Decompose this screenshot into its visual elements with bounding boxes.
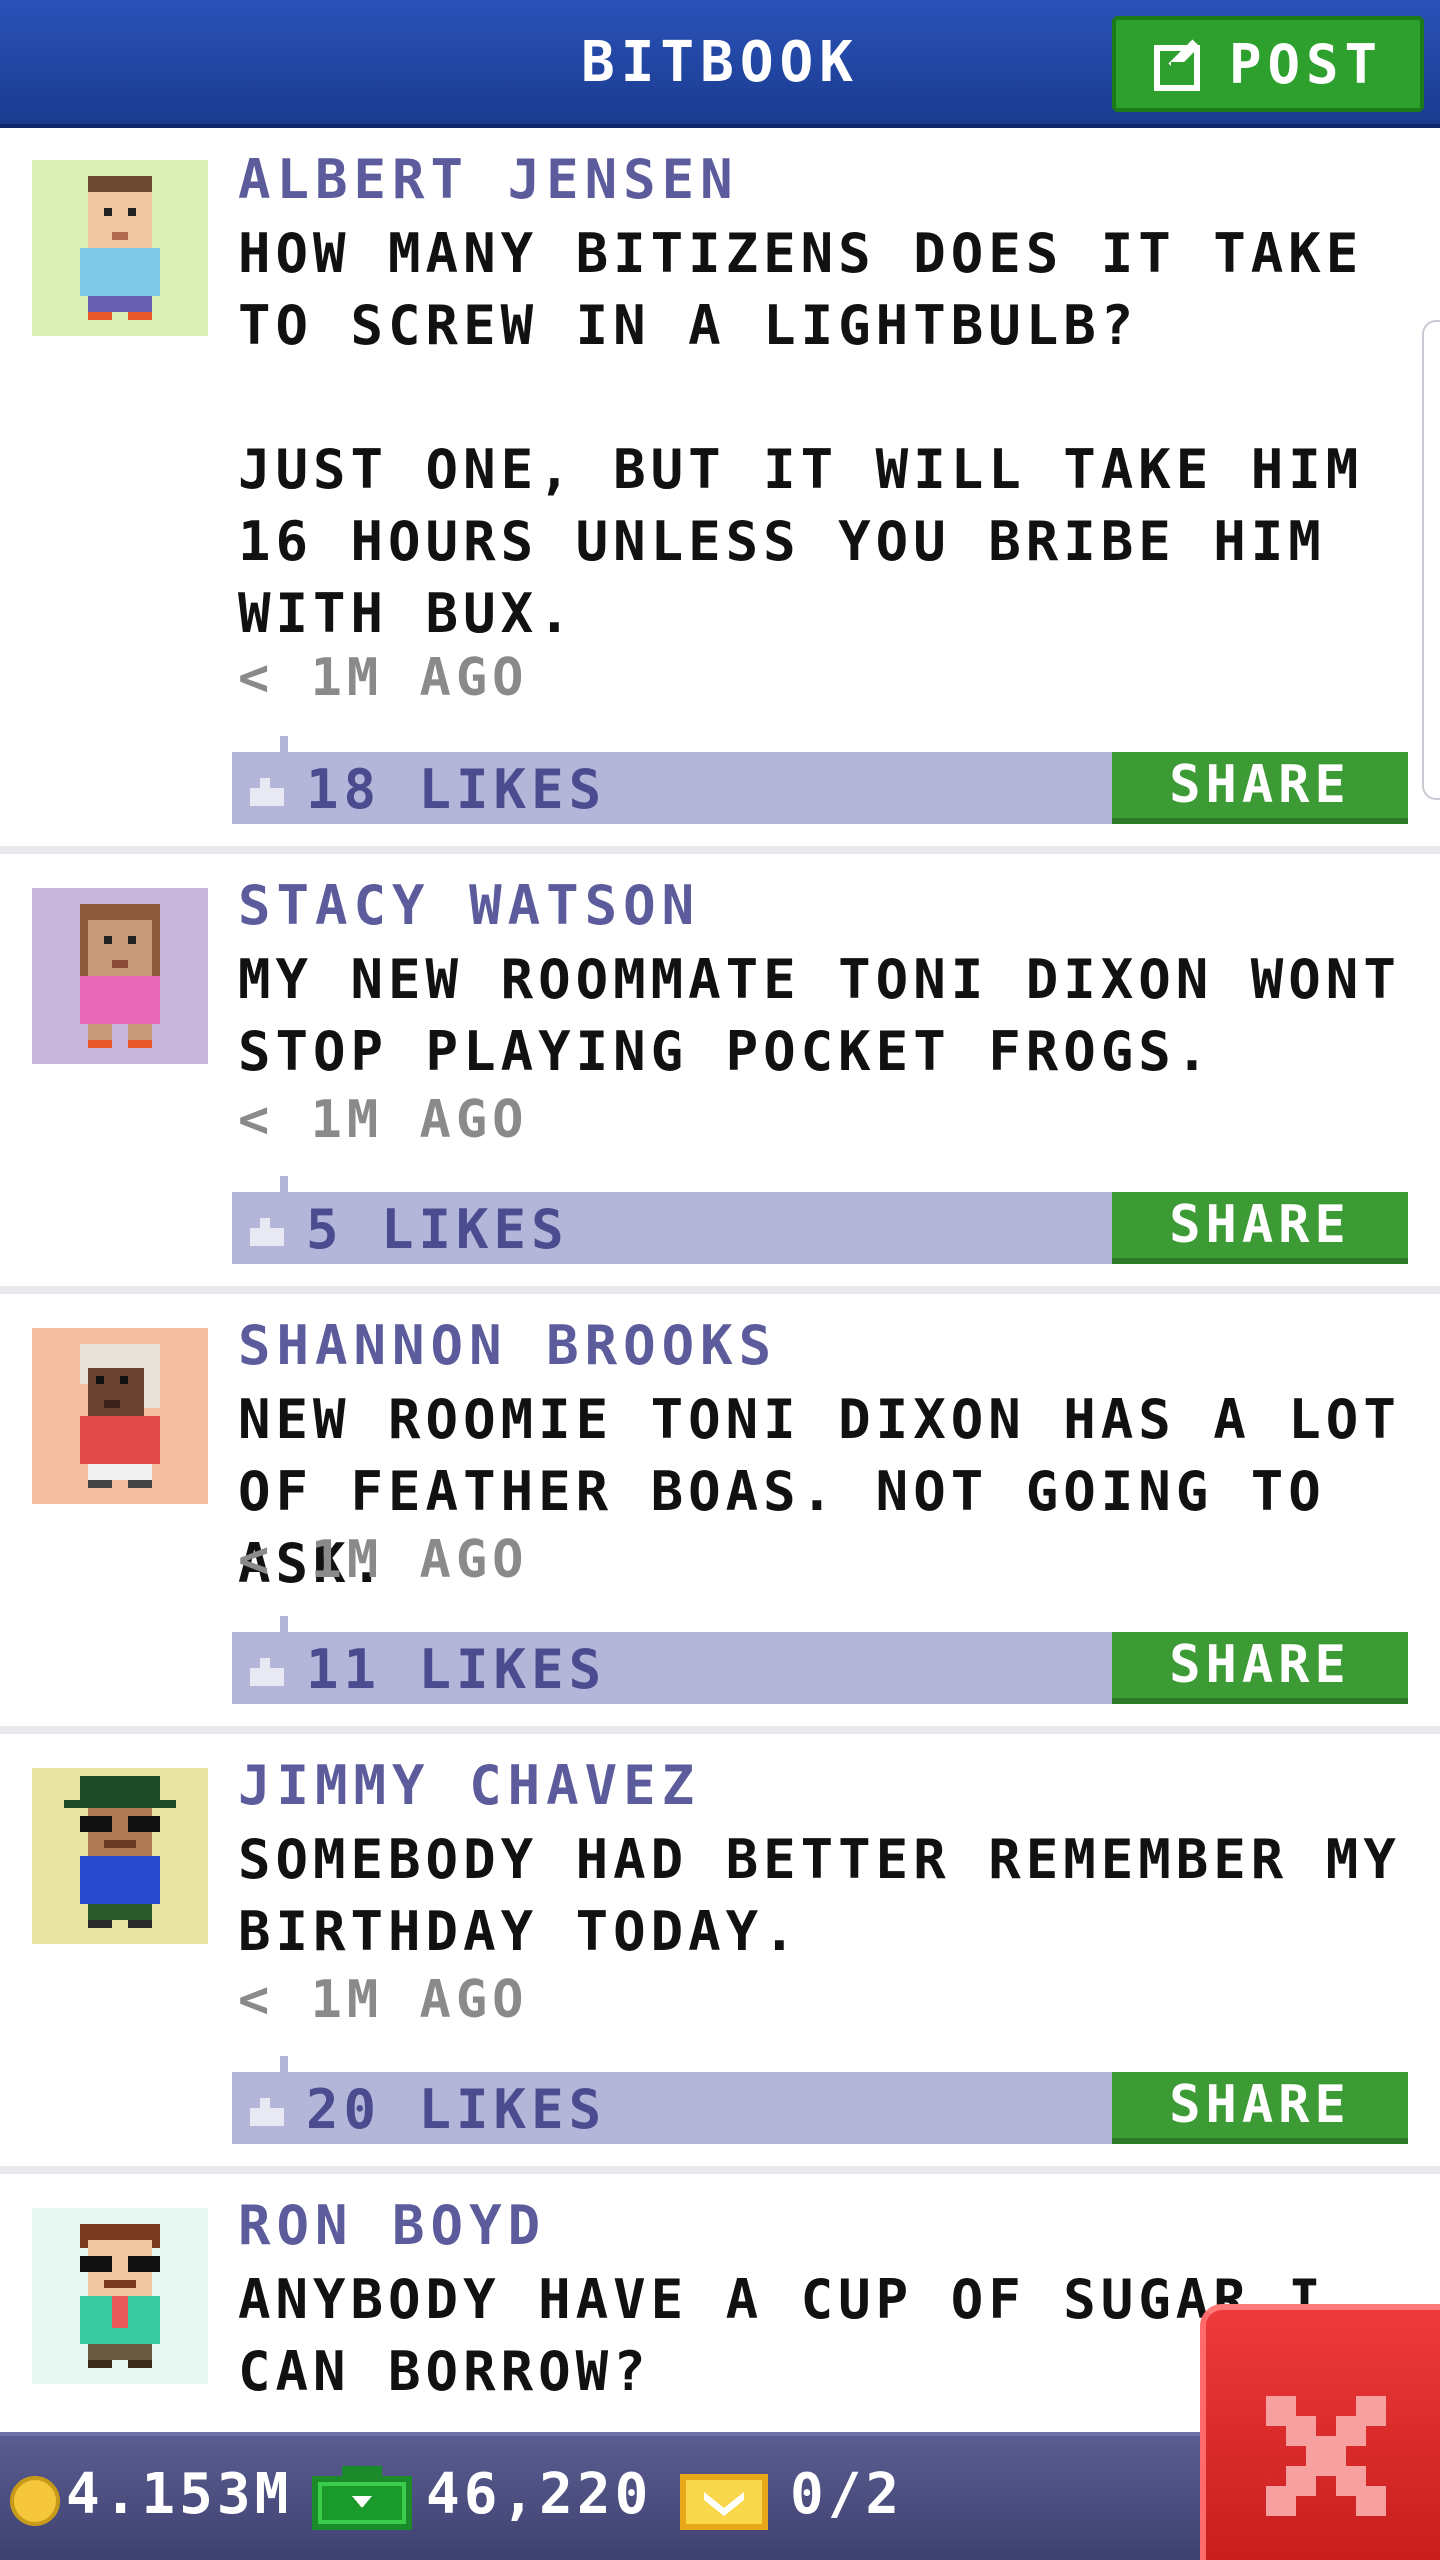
post-author[interactable]: SHANNON BROOKS <box>238 1314 777 1377</box>
post-author[interactable]: JIMMY CHAVEZ <box>238 1754 700 1817</box>
like-bar-pin <box>280 1176 288 1192</box>
close-icon <box>1266 2396 1386 2516</box>
like-count: 11 LIKES <box>306 1638 607 1701</box>
thumbs-up-icon <box>250 1658 284 1686</box>
post-author[interactable]: RON BOYD <box>238 2194 546 2257</box>
post-message: MY NEW ROOMMATE TONI DIXON WONT STOP PLA… <box>238 948 1439 1083</box>
vip-ticket-icon <box>680 2474 768 2534</box>
post-message: SOMEBODY HAD BETTER REMEMBER MY BIRTHDAY… <box>238 1828 1439 1963</box>
like-count: 5 LIKES <box>306 1198 569 1261</box>
share-button[interactable]: SHARE <box>1112 1632 1408 1704</box>
coin-icon <box>10 2476 60 2526</box>
like-bar-pin <box>280 1616 288 1632</box>
post-timestamp: < 1M AGO <box>238 1970 529 2030</box>
bux-count: 46,220 <box>426 2462 653 2527</box>
like-bar-pin <box>280 736 288 752</box>
like-count: 20 LIKES <box>306 2078 607 2141</box>
share-button[interactable]: SHARE <box>1112 752 1408 824</box>
vip-ticket-count: 0/2 <box>790 2462 904 2527</box>
feed-post: SHANNON BROOKS NEW ROOMIE TONI DIXON HAS… <box>0 1294 1440 1734</box>
bux-icon <box>312 2466 412 2534</box>
feed-post: STACY WATSON MY NEW ROOMMATE TONI DIXON … <box>0 854 1440 1294</box>
thumbs-up-icon <box>250 778 284 806</box>
edit-icon <box>1153 36 1209 92</box>
like-count: 18 LIKES <box>306 758 607 821</box>
share-button[interactable]: SHARE <box>1112 1192 1408 1264</box>
post-author[interactable]: STACY WATSON <box>238 874 700 937</box>
like-bar[interactable]: 18 LIKES SHARE <box>232 736 1408 824</box>
post-timestamp: < 1M AGO <box>238 1530 529 1590</box>
feed-post: ALBERT JENSEN HOW MANY BITIZENS DOES IT … <box>0 128 1440 854</box>
avatar[interactable] <box>32 888 208 1064</box>
post-timestamp: < 1M AGO <box>238 648 529 708</box>
like-bar[interactable]: 11 LIKES SHARE <box>232 1616 1408 1704</box>
like-bar[interactable]: 20 LIKES SHARE <box>232 2056 1408 2144</box>
feed-post: JIMMY CHAVEZ SOMEBODY HAD BETTER REMEMBE… <box>0 1734 1440 2174</box>
post-button[interactable]: POST <box>1112 16 1424 112</box>
avatar[interactable] <box>32 160 208 336</box>
like-bar[interactable]: 5 LIKES SHARE <box>232 1176 1408 1264</box>
post-button-label: POST <box>1228 32 1384 96</box>
post-timestamp: < 1M AGO <box>238 1090 529 1150</box>
share-button[interactable]: SHARE <box>1112 2072 1408 2144</box>
post-message: HOW MANY BITIZENS DOES IT TAKE TO SCREW … <box>238 222 1364 645</box>
coin-count: 4.153M <box>66 2462 293 2527</box>
post-author[interactable]: ALBERT JENSEN <box>238 148 739 211</box>
avatar[interactable] <box>32 1328 208 1504</box>
thumbs-up-icon <box>250 1218 284 1246</box>
avatar[interactable] <box>32 1768 208 1944</box>
close-button[interactable] <box>1200 2304 1440 2560</box>
avatar[interactable] <box>32 2208 208 2384</box>
like-bar-pin <box>280 2056 288 2072</box>
header-bar: BITBOOK POST <box>0 0 1440 128</box>
thumbs-up-icon <box>250 2098 284 2126</box>
scrollbar[interactable] <box>1422 320 1440 800</box>
